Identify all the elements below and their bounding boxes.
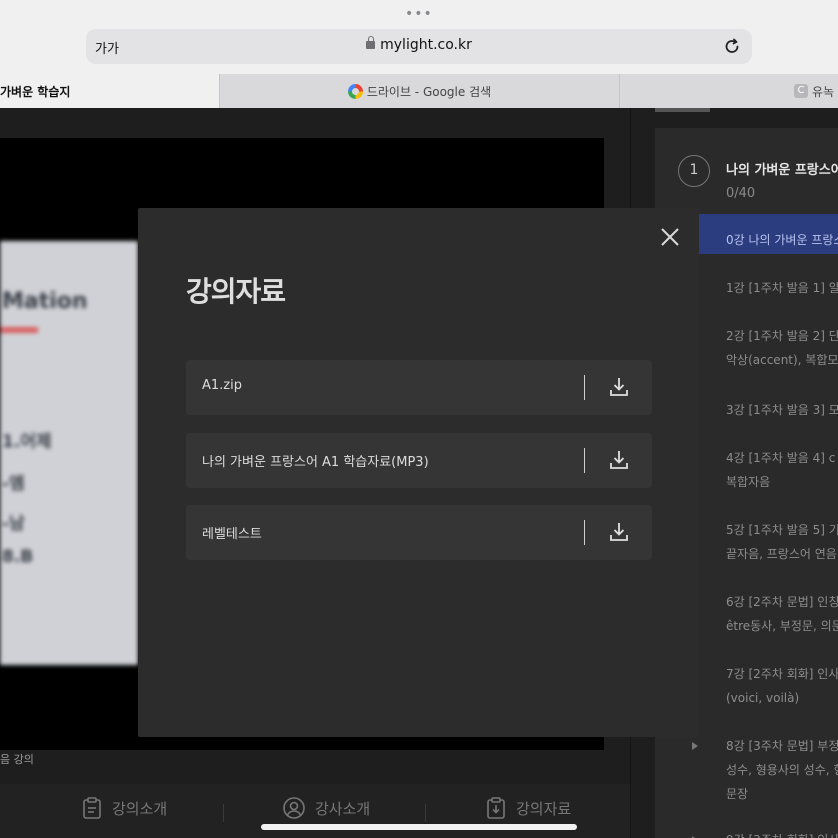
lesson-item[interactable]: 0강 나의 가벼운 프랑스 <box>726 228 838 252</box>
reload-icon[interactable] <box>722 36 742 60</box>
tab-google-search[interactable]: 드라이브 - Google 검색 <box>219 74 619 108</box>
file-row: 레벨테스트 <box>186 505 652 560</box>
browser-chrome: ••• 가가 mylight.co.kr 가벼운 학습지 드라이브 - Goog… <box>0 0 838 108</box>
lesson-item[interactable]: (voici, voilà) <box>726 686 799 710</box>
file-row: 나의 가벼운 프랑스어 A1 학습자료(MP3) <box>186 433 652 488</box>
nav-label: 강사소개 <box>315 799 371 818</box>
lesson-item[interactable]: 끝자음, 프랑스어 연음 <box>726 542 837 566</box>
download-icon[interactable] <box>608 376 630 398</box>
nav-instructor-intro[interactable]: 강사소개 <box>283 797 370 819</box>
tab-title: 가벼운 학습지 <box>0 84 71 99</box>
file-row: A1.zip <box>186 360 652 415</box>
file-row-divider <box>584 448 585 473</box>
lesson-item[interactable]: 9강 [3주차 회화] 인사 <box>726 828 838 838</box>
lesson-item[interactable]: 4강 [1주차 발음 4] c <box>726 446 835 470</box>
panel-scroll-indicator <box>655 108 710 112</box>
file-row-divider <box>584 520 585 545</box>
section-number-badge: 1 <box>678 155 710 187</box>
video-caption: 음 강의 <box>0 753 34 766</box>
expand-arrow-icon[interactable] <box>692 742 698 750</box>
lesson-item[interactable]: être동사, 부정문, 의문 <box>726 614 838 638</box>
url-text: mylight.co.kr <box>380 37 472 53</box>
home-indicator[interactable] <box>261 824 577 830</box>
tab-current[interactable]: 가벼운 학습지 <box>0 74 219 108</box>
lesson-item[interactable]: 성수, 형용사의 성수, 형 <box>726 758 838 782</box>
lesson-item[interactable]: 5강 [1주차 발음 5] 기 <box>726 518 838 542</box>
section-progress: 0/40 <box>726 186 756 201</box>
lesson-item[interactable]: 악상(accent), 복합모 <box>726 348 838 372</box>
download-icon[interactable] <box>608 449 630 471</box>
tab-bar: 가벼운 학습지 드라이브 - Google 검색 C 유녹 <box>0 74 838 108</box>
section-title[interactable]: 나의 가벼운 프랑스어 <box>726 159 838 178</box>
nav-label: 강의소개 <box>112 799 168 818</box>
lesson-item[interactable]: 1강 [1주차 발음 1] 알파 <box>726 276 838 300</box>
file-name: 나의 가벼운 프랑스어 A1 학습자료(MP3) <box>202 455 429 470</box>
close-icon[interactable] <box>659 226 681 248</box>
video-frame-thumbnail: Mation 1.어제 -엠 -남 8.B <box>0 241 138 665</box>
lesson-item[interactable]: 8강 [3주차 문법] 부정 <box>726 734 838 758</box>
lesson-item[interactable]: 3강 [1주차 발음 3] 모 <box>726 398 838 422</box>
modal-title: 강의자료 <box>186 275 286 308</box>
lesson-item[interactable]: 6강 [2주차 문법] 인칭 <box>726 590 838 614</box>
url-display[interactable]: mylight.co.kr <box>86 36 752 53</box>
lesson-item[interactable]: 2강 [1주차 발음 2] 단 <box>726 324 838 348</box>
multitasking-dots-icon[interactable]: ••• <box>405 6 433 22</box>
clipboard-download-icon <box>487 797 505 819</box>
lesson-item[interactable]: 문장 <box>726 782 748 806</box>
nav-course-materials[interactable]: 강의자료 <box>486 797 571 819</box>
lock-icon <box>366 36 376 49</box>
course-materials-modal: 강의자료 A1.zip 나의 가벼운 프랑스어 A1 학습자료(MP3) 레벨테… <box>138 208 699 737</box>
download-icon[interactable] <box>608 521 630 543</box>
lesson-item[interactable]: 복합자음 <box>726 470 770 494</box>
favicon-c-icon: C <box>794 84 808 98</box>
file-name: 레벨테스트 <box>202 527 262 542</box>
nav-separator <box>223 804 224 822</box>
nav-course-intro[interactable]: 강의소개 <box>82 797 167 819</box>
tab-third[interactable]: C 유녹 <box>619 74 838 108</box>
tab-title: 드라이브 - Google 검색 <box>366 84 492 99</box>
clipboard-icon <box>83 797 101 819</box>
file-row-divider <box>584 375 585 400</box>
nav-separator <box>425 804 426 822</box>
person-icon <box>283 797 305 819</box>
tab-title: 유녹 <box>812 84 835 99</box>
address-bar[interactable]: 가가 mylight.co.kr <box>86 29 752 64</box>
google-icon <box>347 83 363 99</box>
nav-label: 강의자료 <box>516 799 572 818</box>
file-name: A1.zip <box>202 378 242 393</box>
lesson-item[interactable]: 7강 [2주차 회화] 인사 <box>726 662 838 686</box>
